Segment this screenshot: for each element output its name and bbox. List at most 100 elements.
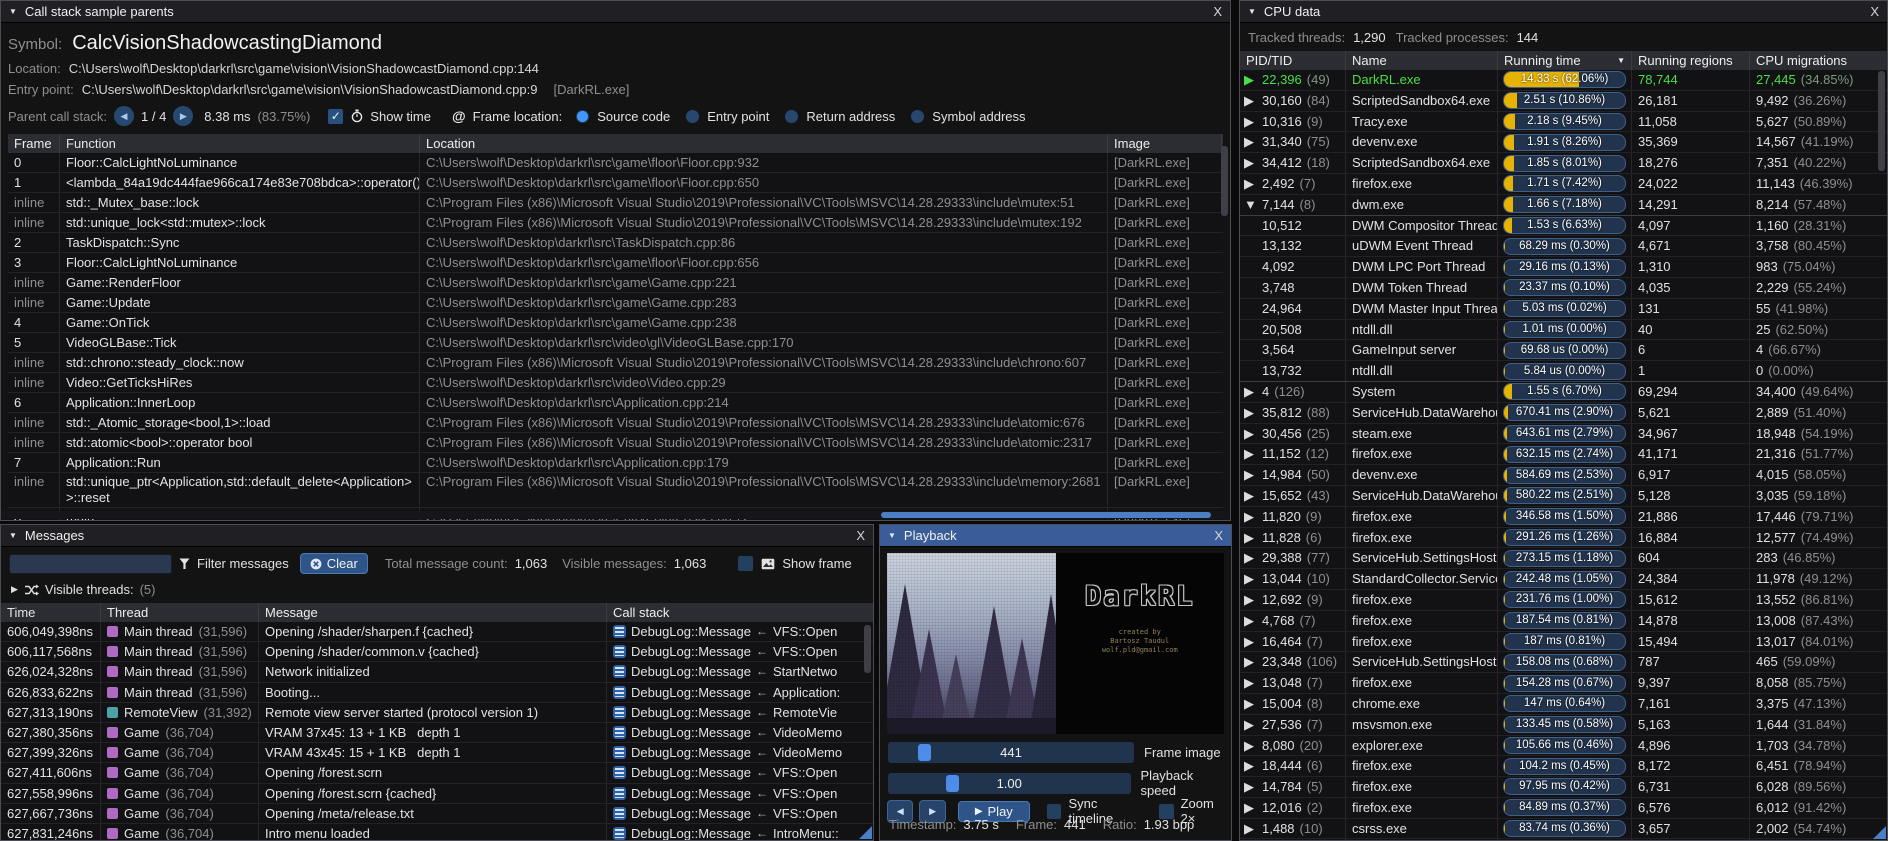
expand-row-icon[interactable]: ▶ — [1240, 174, 1260, 194]
callstack-row[interactable]: inlineGame::RenderFloorC:\Users\wolf\Des… — [8, 273, 1223, 293]
radio-entry-point-label[interactable]: Entry point — [707, 109, 769, 124]
callstack-row[interactable]: inlinestd::_Atomic_storage<bool,1>::load… — [8, 413, 1223, 433]
expand-row-icon[interactable]: ▶ — [1240, 611, 1260, 631]
cpu-process-row[interactable]: ▶23,348(106)ServiceHub.SettingsHost158.0… — [1240, 652, 1887, 673]
callstack-vertical-scrollbar[interactable] — [1221, 146, 1228, 216]
callstack-list-icon[interactable] — [613, 827, 626, 840]
cpu-process-row[interactable]: ▶18,444(6)firefox.exe104.2 ms (0.45%)8,1… — [1240, 756, 1887, 777]
collapse-icon[interactable]: ▼ — [9, 7, 17, 16]
callstack-row[interactable]: inlinestd::unique_lock<std::mutex>::lock… — [8, 213, 1223, 233]
collapse-row-icon[interactable]: ▼ — [1240, 195, 1260, 215]
expand-row-icon[interactable]: ▶ — [1240, 569, 1260, 589]
col-running-regions[interactable]: Running regions — [1632, 51, 1750, 70]
show-time-label[interactable]: Show time — [370, 109, 431, 124]
col-image[interactable]: Image — [1108, 134, 1222, 153]
callstack-row[interactable]: 7Application::RunC:\Users\wolf\Desktop\d… — [8, 453, 1223, 473]
message-row[interactable]: 626,024,328nsMain thread(31,596)Network … — [1, 662, 873, 682]
radio-symbol-address[interactable] — [910, 109, 925, 124]
radio-symbol-address-label[interactable]: Symbol address — [932, 109, 1025, 124]
callstack-cell[interactable]: DebugLog::Message←Application: — [607, 683, 859, 702]
col-name[interactable]: Name — [1346, 51, 1498, 70]
callstack-row[interactable]: 4Game::OnTickC:\Users\wolf\Desktop\darkr… — [8, 313, 1223, 333]
collapse-icon[interactable]: ▼ — [1248, 7, 1256, 16]
messages-titlebar[interactable]: ▼ Messages X — [1, 525, 873, 547]
callstack-list-icon[interactable] — [613, 726, 626, 739]
show-time-checkbox[interactable]: ✓ — [327, 108, 344, 125]
cpu-thread-row[interactable]: 4,092DWM LPC Port Thread29.16 ms (0.13%)… — [1240, 257, 1887, 278]
callstack-row[interactable]: inlinestd::chrono::steady_clock::nowC:\P… — [8, 353, 1223, 373]
col-time[interactable]: Time — [1, 603, 101, 622]
callstack-row[interactable]: inlineVideo::GetTicksHiResC:\Users\wolf\… — [8, 373, 1223, 393]
expand-row-icon[interactable]: ▶ — [1240, 91, 1260, 111]
col-frame[interactable]: Frame — [8, 134, 60, 153]
callstack-list-icon[interactable] — [613, 706, 626, 719]
callstack-row[interactable]: 6Application::InnerLoopC:\Users\wolf\Des… — [8, 393, 1223, 413]
callstack-list-icon[interactable] — [613, 787, 626, 800]
cpu-process-row[interactable]: ▶27,536(7)msvsmon.exe133.45 ms (0.58%)5,… — [1240, 715, 1887, 736]
expand-row-icon[interactable]: ▶ — [1240, 777, 1260, 797]
message-row[interactable]: 606,049,398nsMain thread(31,596)Opening … — [1, 622, 873, 642]
visible-threads-label[interactable]: Visible threads: — [45, 582, 134, 597]
callstack-row[interactable]: inlinestd::unique_ptr<Application,std::d… — [8, 473, 1223, 508]
expand-threads-icon[interactable]: ▶ — [11, 584, 18, 595]
close-icon[interactable]: X — [856, 528, 865, 543]
cpu-process-row[interactable]: ▶4(126)System1.55 s (6.70%)69,29434,400(… — [1240, 382, 1887, 403]
callstack-list-icon[interactable] — [613, 686, 626, 699]
callstack-list-icon[interactable] — [613, 746, 626, 759]
callstack-cell[interactable]: DebugLog::Message←VFS::Open — [607, 642, 859, 661]
messages-vertical-scrollbar[interactable] — [864, 625, 871, 673]
cpu-process-row[interactable]: ▶35,812(88)ServiceHub.DataWarehou670.41 … — [1240, 403, 1887, 424]
expand-row-icon[interactable]: ▶ — [1240, 673, 1260, 693]
cpu-thread-row[interactable]: 13,132uDWM Event Thread68.29 ms (0.30%)4… — [1240, 236, 1887, 257]
expand-row-icon[interactable]: ▶ — [1240, 132, 1260, 152]
cpu-process-row[interactable]: ▼7,144(8)dwm.exe1.66 s (7.18%)14,2918,21… — [1240, 195, 1887, 216]
show-frame-checkbox[interactable]: ✓ — [737, 555, 754, 572]
close-icon[interactable]: X — [1870, 4, 1879, 19]
callstack-cell[interactable]: DebugLog::Message←VideoMemo — [607, 743, 859, 762]
callstack-cell[interactable]: DebugLog::Message←VFS::Open — [607, 763, 859, 782]
cpu-process-row[interactable]: ▶30,456(25)steam.exe643.61 ms (2.79%)34,… — [1240, 424, 1887, 445]
col-pid-tid[interactable]: PID/TID — [1240, 51, 1346, 70]
expand-row-icon[interactable]: ▶ — [1240, 444, 1260, 464]
callstack-list-icon[interactable] — [613, 625, 626, 638]
collapse-icon[interactable]: ▼ — [9, 531, 17, 540]
col-callstack[interactable]: Call stack — [607, 603, 859, 622]
cpu-vertical-scrollbar[interactable] — [1878, 71, 1885, 171]
callstack-cell[interactable]: DebugLog::Message←RemoteVie — [607, 703, 859, 722]
message-row[interactable]: 627,558,996nsGame(36,704)Opening /forest… — [1, 784, 873, 804]
cpu-process-row[interactable]: ▶11,820(9)firefox.exe346.58 ms (1.50%)21… — [1240, 507, 1887, 528]
cpu-process-row[interactable]: ▶34,412(18)ScriptedSandbox64.exe1.85 s (… — [1240, 153, 1887, 174]
col-location[interactable]: Location — [420, 134, 1108, 153]
cpu-process-row[interactable]: ▶30,160(84)ScriptedSandbox64.exe2.51 s (… — [1240, 91, 1887, 112]
callstack-list-icon[interactable] — [613, 807, 626, 820]
cpu-thread-row[interactable]: 10,512DWM Compositor Thread1.53 s (6.63%… — [1240, 216, 1887, 237]
messages-resize-grip[interactable] — [859, 826, 872, 839]
col-function[interactable]: Function — [60, 134, 420, 153]
cpu-process-row[interactable]: ▶13,048(7)firefox.exe154.28 ms (0.67%)9,… — [1240, 673, 1887, 694]
cpu-process-row[interactable]: ▶10,316(9)Tracy.exe2.18 s (9.45%)11,0585… — [1240, 112, 1887, 133]
expand-row-icon[interactable]: ▶ — [1240, 715, 1260, 735]
cpu-process-row[interactable]: ▶31,340(75)devenv.exe1.91 s (8.26%)35,36… — [1240, 132, 1887, 153]
cpu-process-row[interactable]: ▶11,152(12)firefox.exe632.15 ms (2.74%)4… — [1240, 444, 1887, 465]
callstack-cell[interactable]: DebugLog::Message←IntroMenu:: — [607, 824, 859, 841]
cpu-process-row[interactable]: ▶12,016(2)firefox.exe84.89 ms (0.37%)6,5… — [1240, 798, 1887, 819]
close-icon[interactable]: X — [1214, 528, 1223, 543]
show-frame-label[interactable]: Show frame — [782, 556, 851, 571]
callstack-row[interactable]: 0Floor::CalcLightNoLuminanceC:\Users\wol… — [8, 153, 1223, 173]
clear-button[interactable]: Clear — [300, 553, 368, 574]
message-row[interactable]: 626,833,622nsMain thread(31,596)Booting.… — [1, 683, 873, 703]
message-row[interactable]: 627,831,246nsGame(36,704)Intro menu load… — [1, 824, 873, 841]
callstack-cell[interactable]: DebugLog::Message←VFS::Open — [607, 784, 859, 803]
callstack-row[interactable]: 3Floor::CalcLightNoLuminanceC:\Users\wol… — [8, 253, 1223, 273]
cpu-process-row[interactable]: ▶14,784(5)firefox.exe97.95 ms (0.42%)6,7… — [1240, 777, 1887, 798]
expand-row-icon[interactable]: ▶ — [1240, 153, 1260, 173]
message-row[interactable]: 606,117,568nsMain thread(31,596)Opening … — [1, 642, 873, 662]
col-message[interactable]: Message — [259, 603, 607, 622]
cpu-thread-row[interactable]: 3,564GameInput server69.68 us (0.00%)64(… — [1240, 340, 1887, 361]
radio-return-address[interactable] — [784, 109, 799, 124]
message-row[interactable]: 627,313,190nsRemoteView(31,392)Remote vi… — [1, 703, 873, 723]
callstack-hscroll-track[interactable] — [2, 511, 1229, 519]
cpu-process-row[interactable]: ▶12,692(9)firefox.exe231.76 ms (1.00%)15… — [1240, 590, 1887, 611]
message-row[interactable]: 627,399,326nsGame(36,704)VRAM 43x45: 15 … — [1, 743, 873, 763]
radio-entry-point[interactable] — [685, 109, 700, 124]
